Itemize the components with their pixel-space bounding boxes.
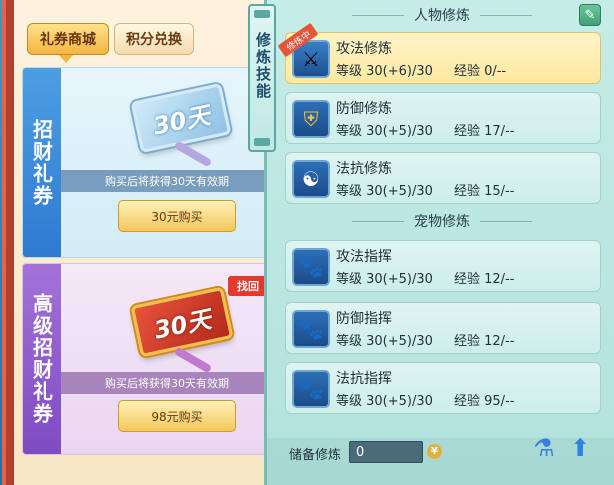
skill-name: 攻法修炼 [336, 41, 392, 57]
potion-icon[interactable]: ⚗ [531, 432, 557, 464]
yin-yang-icon: ☯ [292, 160, 330, 198]
title-divider [352, 14, 404, 16]
paw-defense-icon: 🐾 [292, 310, 330, 348]
paw-resist-icon: 🐾 [292, 370, 330, 408]
skill-exp: 经验 12/-- [454, 272, 515, 287]
coin-icon[interactable]: ¥ [427, 444, 442, 459]
skill-row-attack-command[interactable]: 🐾 攻法指挥 等级 30(+5)/30 经验 12/-- [285, 240, 601, 292]
skill-name: 攻法指挥 [336, 249, 392, 265]
skill-name: 法抗指挥 [336, 371, 392, 387]
panel-edge-strip [2, 0, 6, 485]
pet-training-title: 宠物修炼 [267, 210, 614, 232]
tab-points-exchange[interactable]: 积分兑换 [114, 23, 194, 55]
paw-attack-icon: 🐾 [292, 248, 330, 286]
tab-voucher-shop[interactable]: 礼券商城 [27, 23, 109, 55]
buy-98-button[interactable]: 98元购买 [118, 400, 236, 432]
ticket-days-text: 30天 [151, 304, 214, 345]
card-side-label: 招财礼券 [23, 68, 61, 257]
tab-cap-decoration [254, 10, 270, 18]
premium-ticket-30-day-image: 30天 [130, 286, 234, 358]
skill-row-resist-training[interactable]: ☯ 法抗修炼 等级 30(+5)/30 经验 15/-- [285, 152, 601, 204]
skill-exp: 经验 17/-- [454, 124, 515, 139]
skill-row-attack-training[interactable]: ⚔ 修炼中 攻法修炼 等级 30(+6)/30 经验 0/-- [277, 22, 601, 84]
tab-training-skills[interactable]: 修炼技能 [248, 4, 276, 152]
edit-icon[interactable]: ✎ [579, 4, 601, 26]
validity-note: 购买后将获得30天有效期 [61, 170, 269, 192]
skill-row-resist-command[interactable]: 🐾 法抗指挥 等级 30(+5)/30 经验 95/-- [285, 362, 601, 414]
ribbon-decoration [173, 140, 213, 168]
reserve-training-label: 储备修炼 [289, 448, 342, 463]
skill-exp: 经验 95/-- [454, 394, 515, 409]
skill-level: 等级 30(+5)/30 [336, 184, 433, 199]
buy-30-button[interactable]: 30元购买 [118, 200, 236, 232]
reserve-training-field[interactable]: 0 [349, 441, 423, 463]
card-side-label: 高级招财礼券 [23, 264, 61, 454]
skill-row-defense-training[interactable]: ⛨ 防御修炼 等级 30(+5)/30 经验 17/-- [285, 92, 601, 144]
skill-exp: 经验 12/-- [454, 334, 515, 349]
title-divider [352, 220, 404, 222]
skill-name: 防御指挥 [336, 311, 392, 327]
character-training-title: 人物修炼 [267, 4, 614, 26]
validity-note: 购买后将获得30天有效期 [61, 372, 269, 394]
skill-name: 法抗修炼 [336, 161, 392, 177]
tab-cap-decoration [254, 138, 270, 146]
skill-exp: 经验 15/-- [454, 184, 515, 199]
voucher-card-premium: 高级招财礼券 30天 找回 购买后将获得30天有效期 98元购买 [22, 263, 270, 455]
active-tab-pointer [59, 55, 73, 63]
skill-exp: 经验 0/-- [454, 64, 507, 79]
skill-level: 等级 30(+5)/30 [336, 124, 433, 139]
section-title-text: 宠物修炼 [414, 214, 470, 230]
skill-level: 等级 30(+5)/30 [336, 334, 433, 349]
find-back-tag[interactable]: 找回 [228, 276, 268, 296]
skill-level: 等级 30(+5)/30 [336, 272, 433, 287]
skill-name: 防御修炼 [336, 101, 392, 117]
skill-level: 等级 30(+5)/30 [336, 394, 433, 409]
ribbon-decoration [173, 346, 213, 374]
upgrade-flame-icon[interactable]: ⬆ [567, 432, 593, 464]
training-panel: 人物修炼 ✎ ⚔ 修炼中 攻法修炼 等级 30(+6)/30 经验 0/-- ⛨… [264, 0, 614, 485]
ticket-days-text: 30天 [150, 100, 213, 141]
section-title-text: 人物修炼 [414, 8, 470, 24]
voucher-card-basic: 招财礼券 30天 购买后将获得30天有效期 30元购买 [22, 67, 270, 258]
title-divider [480, 220, 532, 222]
skill-level: 等级 30(+6)/30 [336, 64, 433, 79]
tab-label: 修炼技能 [254, 32, 272, 100]
title-divider [480, 14, 532, 16]
shield-icon: ⛨ [292, 100, 330, 138]
skill-row-defense-command[interactable]: 🐾 防御指挥 等级 30(+5)/30 经验 12/-- [285, 302, 601, 354]
